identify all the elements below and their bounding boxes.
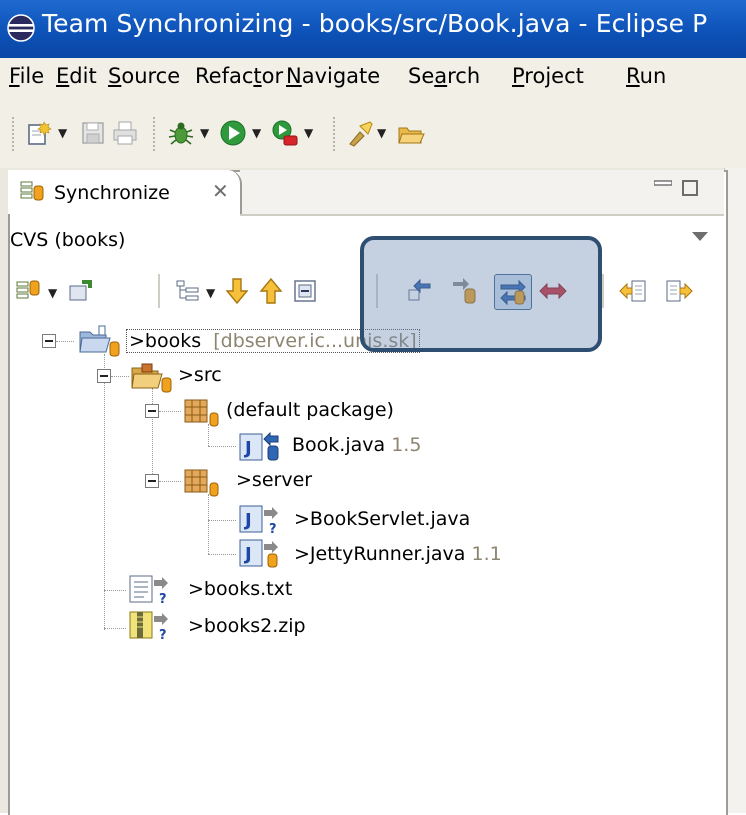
tree-item-jettyrunner-java[interactable]: >JettyRunner.java 1.1 (294, 543, 502, 565)
hierarchy-layout-icon[interactable] (174, 276, 204, 306)
chevron-down-icon[interactable]: ▼ (377, 126, 386, 140)
toolbar-grip[interactable] (333, 117, 339, 151)
tree-connector (208, 554, 236, 555)
chevron-down-icon[interactable]: ▼ (48, 286, 57, 300)
debug-icon[interactable] (166, 118, 196, 148)
tree-item-default-package[interactable]: (default package) (226, 399, 394, 421)
previous-difference-icon[interactable] (256, 276, 286, 306)
project-folder-icon (79, 325, 120, 357)
commit-all-incoming-icon[interactable] (618, 276, 648, 306)
svg-text:J: J (243, 438, 252, 459)
run-icon[interactable] (218, 118, 248, 148)
tree-item-src[interactable]: >src (178, 364, 222, 386)
tree-connector (104, 354, 105, 630)
java-file-new-icon: J ? (239, 505, 278, 536)
tree-connector (208, 446, 236, 447)
external-tools-icon[interactable] (270, 118, 300, 148)
menu-refactor[interactable]: Refactor (195, 64, 283, 88)
maximize-icon[interactable] (682, 180, 698, 196)
chevron-down-icon[interactable]: ▼ (58, 126, 67, 140)
tree-connector (104, 590, 126, 591)
window-title: Team Synchronizing - books/src/Book.java… (42, 9, 708, 38)
svg-text:?: ? (269, 522, 277, 536)
source-folder-icon (131, 363, 172, 393)
tree-connector (208, 520, 236, 521)
eclipse-logo-icon (7, 14, 35, 42)
toolbar-separator (602, 274, 604, 308)
java-file-incoming-icon: J (239, 432, 279, 461)
search-flashlight-icon[interactable] (346, 118, 376, 148)
tree-item-books2-zip[interactable]: >books2.zip (188, 615, 306, 637)
collapse-toggle[interactable] (97, 369, 111, 383)
tree-connector (208, 494, 209, 554)
tree-connector (159, 411, 181, 412)
view-menu-icon[interactable] (692, 232, 708, 241)
chevron-down-icon[interactable]: ▼ (304, 126, 313, 140)
tree-item-bookservlet-java[interactable]: >BookServlet.java (294, 508, 470, 530)
tree-connector (111, 376, 129, 377)
open-folder-icon[interactable] (396, 118, 426, 148)
view-description: CVS (books) (10, 229, 126, 251)
menu-search[interactable]: Search (408, 64, 480, 88)
collapse-toggle[interactable] (42, 334, 56, 348)
toolbar-separator (158, 274, 160, 308)
tree-connector (152, 388, 153, 482)
minimize-icon[interactable] (654, 178, 672, 188)
collapse-toggle[interactable] (145, 404, 159, 418)
tree-connector (104, 628, 126, 629)
svg-text:J: J (243, 544, 252, 565)
collapse-all-icon[interactable] (290, 276, 320, 306)
menu-project[interactable]: Project (512, 64, 584, 88)
print-icon (113, 121, 137, 145)
svg-text:?: ? (159, 592, 167, 606)
toolbar-grip[interactable] (153, 117, 159, 151)
toolbar-grip[interactable] (12, 117, 18, 151)
text-file-new-icon: ? (129, 575, 168, 606)
view-tab-row (240, 170, 724, 216)
new-wizard-icon[interactable] (24, 118, 54, 148)
next-difference-icon[interactable] (222, 276, 252, 306)
synchronize-view-icon (20, 181, 44, 201)
tree-connector (56, 341, 74, 342)
chevron-down-icon[interactable]: ▼ (252, 126, 261, 140)
tree-item-server[interactable]: >server (236, 469, 312, 491)
package-icon (184, 469, 219, 497)
package-icon (184, 399, 219, 427)
tab-label: Synchronize (54, 182, 170, 204)
tree-item-book-java[interactable]: Book.java 1.5 (292, 434, 421, 456)
svg-text:?: ? (159, 628, 167, 642)
java-file-outgoing-icon: J (239, 539, 278, 568)
menu-run[interactable]: Run (626, 64, 666, 88)
menu-file[interactable]: File (9, 64, 44, 88)
chevron-down-icon[interactable]: ▼ (206, 286, 215, 300)
commit-all-outgoing-icon[interactable] (664, 276, 694, 306)
zip-file-new-icon: ? (129, 611, 168, 642)
collapse-toggle[interactable] (145, 474, 159, 488)
close-icon[interactable]: ✕ (212, 179, 229, 203)
menu-navigate[interactable]: Navigate (286, 64, 380, 88)
pin-icon[interactable] (66, 276, 96, 306)
menu-edit[interactable]: Edit (56, 64, 97, 88)
tree-item-books-txt[interactable]: >books.txt (188, 578, 292, 600)
menu-source[interactable]: Source (108, 64, 180, 88)
chevron-down-icon[interactable]: ▼ (200, 126, 209, 140)
mode-buttons-highlight (360, 236, 602, 352)
synchronize-icon[interactable] (14, 276, 44, 306)
tree-connector (159, 481, 181, 482)
save-icon (82, 122, 104, 144)
svg-text:J: J (243, 510, 252, 531)
